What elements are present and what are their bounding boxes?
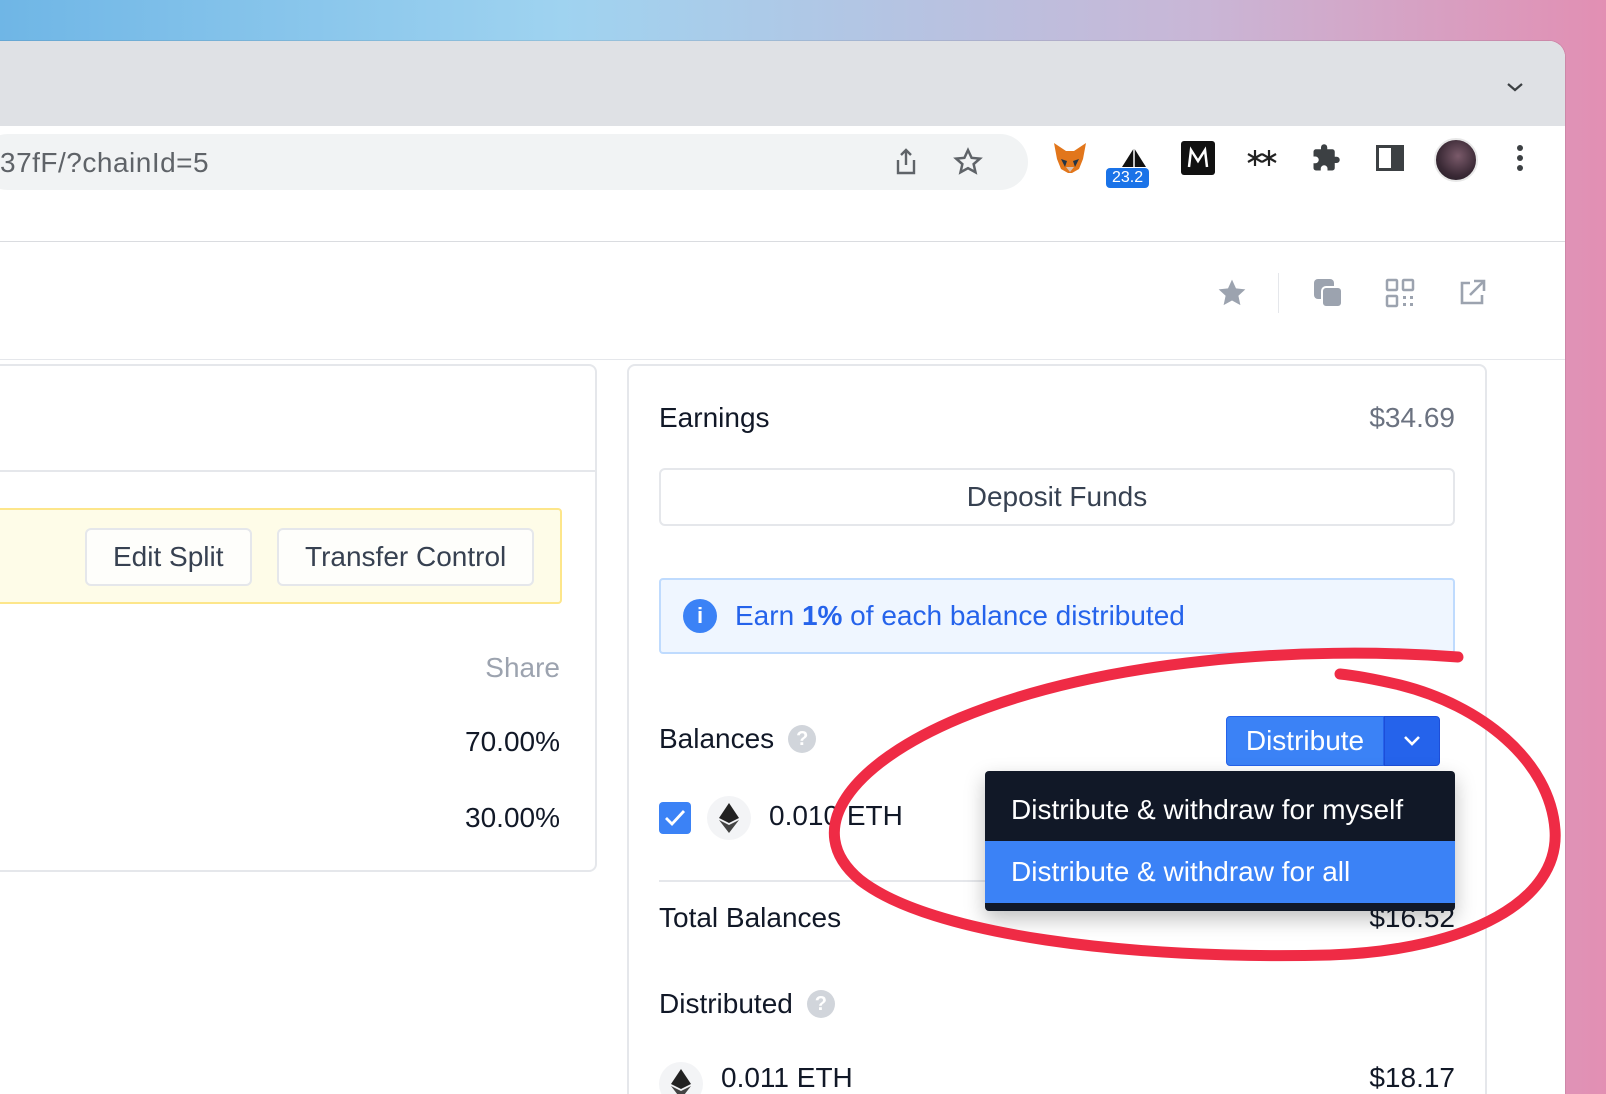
- browser-window: 37fF/?chainId=5 23.2 Edit Split Transfer…: [0, 41, 1565, 1094]
- url-text: 37fF/?chainId=5: [0, 147, 210, 178]
- earnings-title: Earnings: [659, 402, 770, 433]
- browser-menu-kebab-icon[interactable]: [1500, 138, 1540, 178]
- deposit-funds-button[interactable]: Deposit Funds: [659, 468, 1455, 526]
- bookmark-star-icon[interactable]: [950, 144, 986, 180]
- profile-avatar[interactable]: [1432, 136, 1480, 184]
- external-link-icon[interactable]: [1452, 273, 1492, 313]
- gas-extension-icon[interactable]: 23.2: [1106, 138, 1154, 188]
- card-divider: [0, 470, 595, 472]
- distribute-options-chevron-icon[interactable]: [1384, 716, 1440, 766]
- distributed-label: Distributed: [659, 988, 793, 1019]
- earn-info-banner: i Earn 1% of each balance distributed: [659, 578, 1455, 654]
- distributed-token-amount: 0.011 ETH: [721, 1062, 853, 1093]
- menu-item-withdraw-myself[interactable]: Distribute & withdraw for myself: [985, 779, 1455, 841]
- sparkle-extension-icon[interactable]: [1242, 138, 1282, 178]
- help-question-icon[interactable]: ?: [788, 725, 817, 753]
- mirror-extension-icon[interactable]: [1178, 138, 1218, 178]
- share-value: 30.00%: [465, 802, 560, 833]
- metamask-fox-icon[interactable]: [1050, 138, 1090, 178]
- extensions-puzzle-icon[interactable]: [1306, 138, 1346, 178]
- token-select-checkbox[interactable]: [659, 802, 691, 834]
- side-panel-icon[interactable]: [1370, 138, 1410, 178]
- help-question-icon[interactable]: ?: [806, 990, 835, 1018]
- balances-row: Balances ?: [659, 723, 817, 755]
- tab-search-chevron-icon[interactable]: [1505, 77, 1525, 97]
- favorite-star-icon[interactable]: [1212, 273, 1252, 313]
- share-value: 70.00%: [465, 726, 560, 757]
- gas-price-badge: 23.2: [1106, 168, 1150, 188]
- total-balances-label: Total Balances: [659, 902, 842, 933]
- info-text-highlight: 1%: [801, 600, 843, 631]
- controller-notice: Edit Split Transfer Control: [0, 508, 562, 604]
- menu-item-withdraw-all[interactable]: Distribute & withdraw for all: [985, 841, 1455, 903]
- earnings-card: Earnings $34.69 Deposit Funds i Earn 1% …: [627, 364, 1487, 1094]
- info-icon: i: [683, 599, 717, 633]
- edit-split-button[interactable]: Edit Split: [85, 528, 252, 586]
- distribute-dropdown-menu: Distribute & withdraw for myself Distrib…: [985, 771, 1455, 911]
- share-column-header: Share: [485, 652, 560, 683]
- distributed-row: Distributed ?: [659, 988, 835, 1020]
- share-icon[interactable]: [888, 144, 924, 180]
- transfer-control-button[interactable]: Transfer Control: [277, 528, 535, 586]
- balances-label: Balances: [659, 723, 775, 754]
- browser-toolbar: 37fF/?chainId=5 23.2: [0, 126, 1565, 242]
- earnings-amount: $34.69: [1369, 402, 1455, 433]
- eth-token-icon: [659, 1062, 703, 1094]
- toolbar-divider: [1278, 273, 1279, 313]
- info-text-prefix: Earn: [735, 600, 802, 631]
- page-header-bar: [0, 243, 1565, 360]
- split-details-card: Edit Split Transfer Control Share 70.00%…: [0, 364, 597, 872]
- copy-icon[interactable]: [1308, 273, 1348, 313]
- qr-code-icon[interactable]: [1380, 273, 1420, 313]
- balance-token-amount: 0.010 ETH: [769, 800, 903, 831]
- distributed-value: $18.17: [1369, 1062, 1455, 1093]
- distribute-split-button: Distribute: [1226, 716, 1440, 766]
- distribute-button[interactable]: Distribute: [1226, 716, 1384, 766]
- tab-strip: [0, 41, 1565, 126]
- address-bar[interactable]: 37fF/?chainId=5: [0, 134, 1028, 190]
- info-text-suffix: of each balance distributed: [842, 600, 1185, 631]
- eth-token-icon: [707, 796, 751, 840]
